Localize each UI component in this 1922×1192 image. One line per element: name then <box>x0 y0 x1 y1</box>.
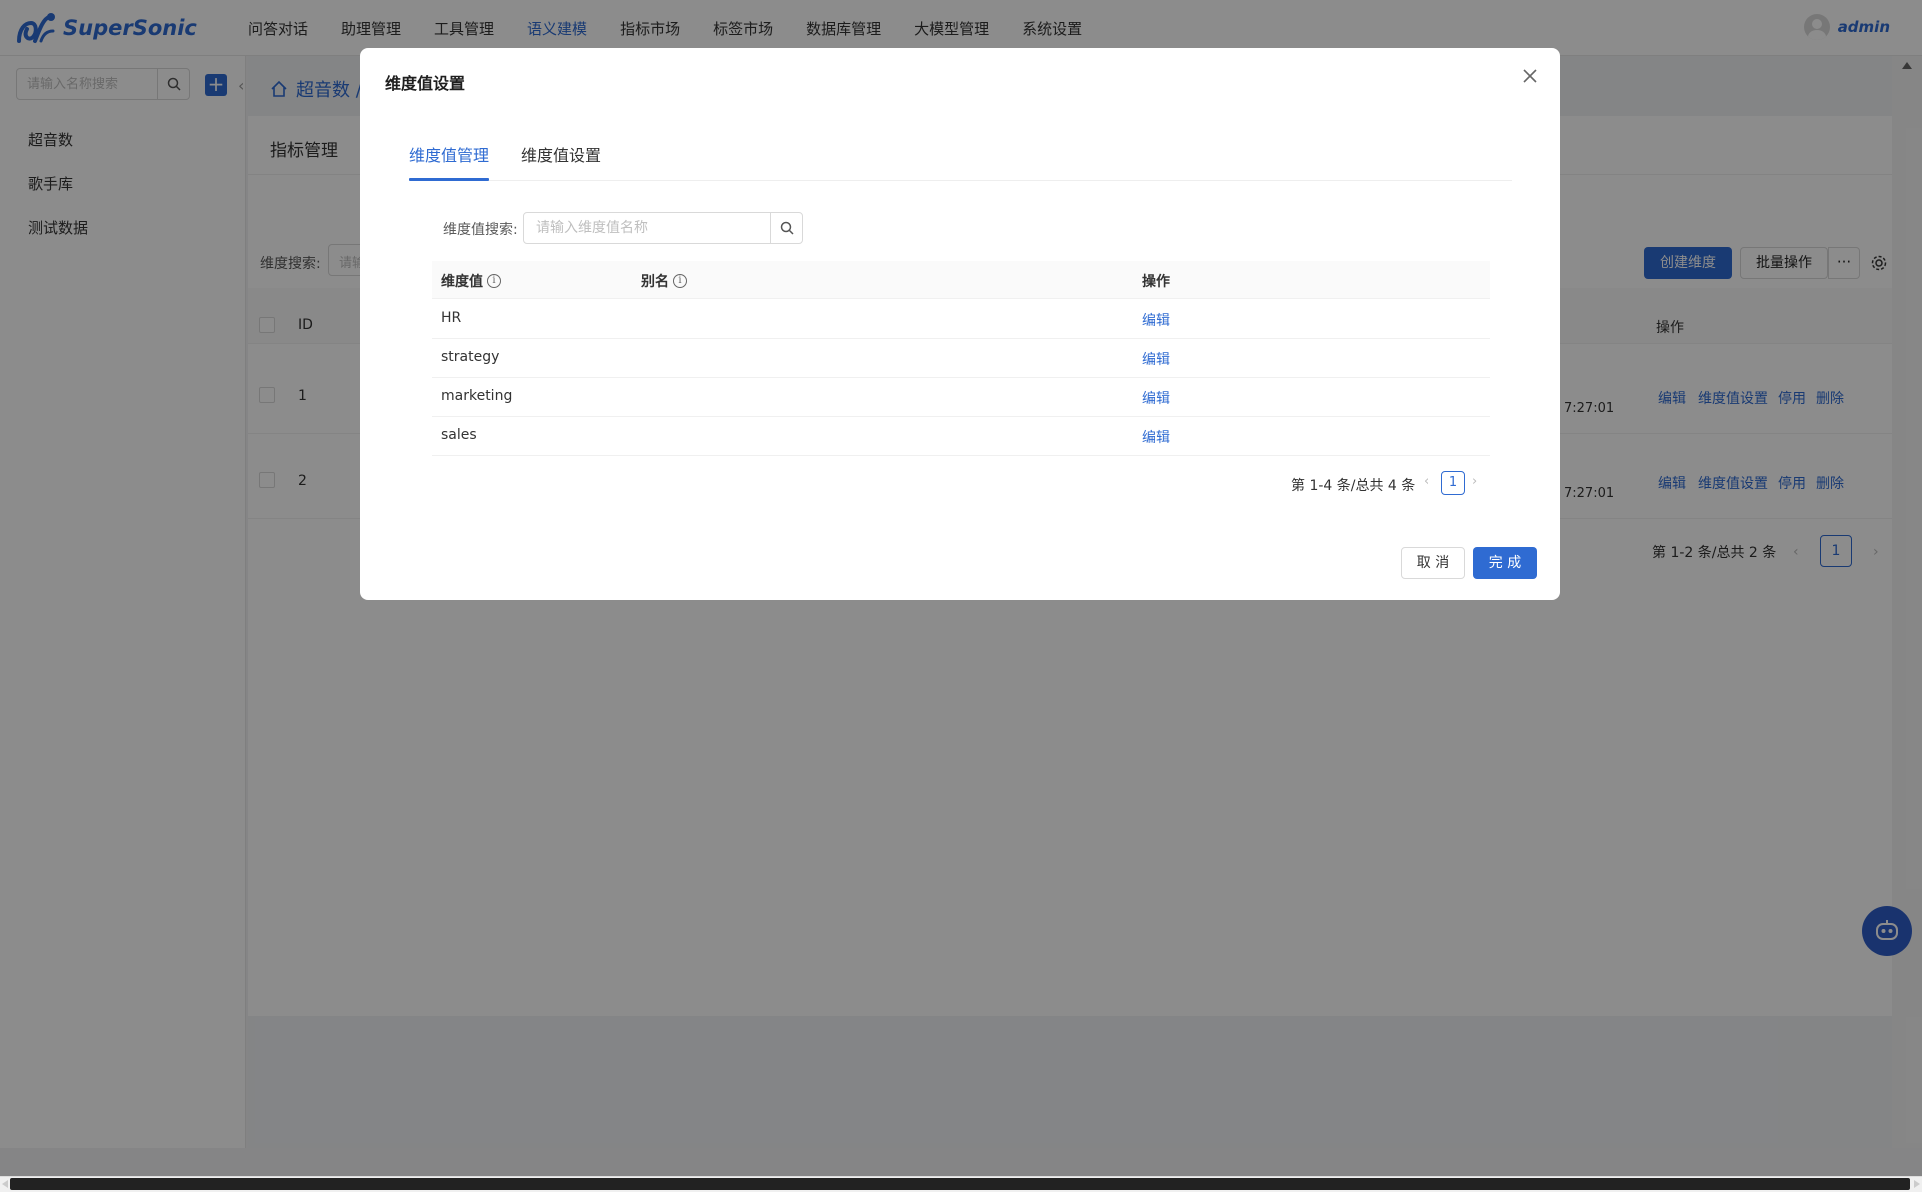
dimension-value-cell: HR <box>441 310 462 326</box>
dimension-value-cell: marketing <box>441 388 513 404</box>
dimension-value-cell: strategy <box>441 349 500 365</box>
tab-divider <box>409 180 1512 181</box>
column-header-actions: 操作 <box>1142 271 1170 291</box>
dimension-value-cell: sales <box>441 427 477 443</box>
tab-dimension-value-settings[interactable]: 维度值设置 <box>521 142 601 166</box>
dimension-value-search <box>523 212 803 244</box>
dimension-value-search-input[interactable] <box>524 213 770 243</box>
prev-page-icon[interactable]: ‹ <box>1424 474 1429 489</box>
tab-dimension-value-management[interactable]: 维度值管理 <box>409 142 489 166</box>
next-page-icon[interactable]: › <box>1472 474 1477 489</box>
divider <box>432 338 1490 339</box>
edit-link[interactable]: 编辑 <box>1142 349 1170 369</box>
divider <box>432 377 1490 378</box>
active-tab-indicator <box>409 178 489 181</box>
edit-link[interactable]: 编辑 <box>1142 310 1170 330</box>
horizontal-scrollbar-thumb[interactable] <box>10 1178 1910 1190</box>
column-header-dimension-value: 维度值 i <box>441 271 501 291</box>
cancel-button[interactable]: 取 消 <box>1401 547 1465 579</box>
modal-title: 维度值设置 <box>385 74 466 93</box>
edit-link[interactable]: 编辑 <box>1142 388 1170 408</box>
dimension-value-search-label: 维度值搜索: <box>443 222 518 238</box>
dimension-value-settings-modal: 维度值设置 维度值管理 维度值设置 维度值搜索: 维度值 i 别名 i 操作 H… <box>360 48 1560 600</box>
scroll-right-arrow-icon[interactable] <box>1914 1180 1920 1188</box>
done-button[interactable]: 完 成 <box>1473 547 1537 579</box>
column-header-label: 别名 <box>641 274 669 290</box>
pagination-summary: 第 1-4 条/总共 4 条 <box>1291 478 1416 494</box>
column-header-label: 操作 <box>1142 274 1170 290</box>
column-header-label: 维度值 <box>441 274 483 290</box>
divider <box>432 416 1490 417</box>
dimension-value-table-header <box>432 261 1490 299</box>
divider <box>432 455 1490 456</box>
edit-link[interactable]: 编辑 <box>1142 427 1170 447</box>
column-header-alias: 别名 i <box>641 271 687 291</box>
page-1-button[interactable]: 1 <box>1441 471 1465 495</box>
info-icon[interactable]: i <box>673 274 687 288</box>
close-icon[interactable] <box>1518 64 1542 88</box>
scroll-left-arrow-icon[interactable] <box>2 1180 8 1188</box>
search-icon[interactable] <box>770 213 802 243</box>
info-icon[interactable]: i <box>487 274 501 288</box>
